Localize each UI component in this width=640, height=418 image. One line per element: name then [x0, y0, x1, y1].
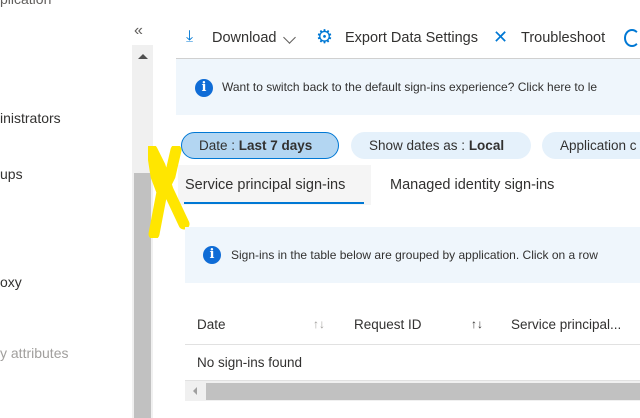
- scrollbar-thumb[interactable]: [206, 383, 640, 400]
- sidebar-item-proxy[interactable]: oxy: [0, 274, 22, 290]
- table-horizontal-scrollbar[interactable]: [185, 380, 640, 401]
- scroll-left-icon[interactable]: [193, 387, 197, 395]
- empty-table-message: No sign-ins found: [197, 355, 303, 370]
- table-header-divider: [185, 344, 640, 345]
- grouped-info-banner: i Sign-ins in the table below are groupe…: [185, 227, 640, 283]
- show-dates-label: Show dates as :: [369, 138, 469, 153]
- sidebar-item-groups[interactable]: ups: [0, 166, 23, 182]
- active-tab-indicator: [184, 202, 364, 204]
- column-header-service-principal[interactable]: Service principal...: [511, 317, 621, 332]
- troubleshoot-button[interactable]: Troubleshoot: [521, 30, 605, 46]
- date-filter-value: Last 7 days: [238, 138, 313, 153]
- sidebar-item-security-attributes[interactable]: y attributes: [0, 345, 68, 361]
- sidebar-item-administrators[interactable]: inistrators: [0, 110, 61, 126]
- info-icon: i: [203, 246, 221, 264]
- banner-text: Sign-ins in the table below are grouped …: [231, 248, 598, 262]
- info-icon: i: [195, 79, 213, 97]
- show-dates-pill[interactable]: Show dates as : Local: [351, 132, 531, 159]
- wrench-icon: ✕: [493, 27, 509, 47]
- export-data-settings-button[interactable]: Export Data Settings: [345, 30, 478, 46]
- sort-icon[interactable]: ↑↓: [313, 317, 325, 331]
- date-filter-label: Date :: [199, 138, 239, 153]
- tab-label: Service principal sign-ins: [185, 177, 346, 193]
- application-filter-pill[interactable]: Application c: [542, 132, 640, 159]
- refresh-icon[interactable]: [624, 29, 640, 47]
- switch-experience-banner[interactable]: i Want to switch back to the default sig…: [176, 59, 640, 115]
- banner-text[interactable]: Want to switch back to the default sign-…: [222, 80, 597, 94]
- chevron-down-icon[interactable]: [283, 31, 296, 44]
- date-filter-pill[interactable]: Date : Last 7 days: [181, 132, 339, 159]
- scroll-up-icon[interactable]: [138, 54, 148, 59]
- application-filter-label: Application c: [560, 138, 637, 153]
- sidebar-item-application[interactable]: plication: [0, 0, 51, 7]
- tab-service-principal-sign-ins[interactable]: Service principal sign-ins: [178, 165, 371, 205]
- gear-icon: ⚙: [316, 27, 334, 48]
- tab-managed-identity-sign-ins[interactable]: Managed identity sign-ins: [390, 177, 554, 193]
- yellow-x-annotation: [148, 146, 190, 238]
- show-dates-value: Local: [468, 138, 505, 153]
- column-header-request-id[interactable]: Request ID: [354, 317, 422, 332]
- sort-icon[interactable]: ↑↓: [471, 317, 483, 331]
- collapse-sidebar-button[interactable]: «: [134, 22, 143, 40]
- download-button[interactable]: Download: [212, 30, 277, 46]
- column-header-date[interactable]: Date: [197, 317, 226, 332]
- download-icon: ⤓: [186, 28, 194, 45]
